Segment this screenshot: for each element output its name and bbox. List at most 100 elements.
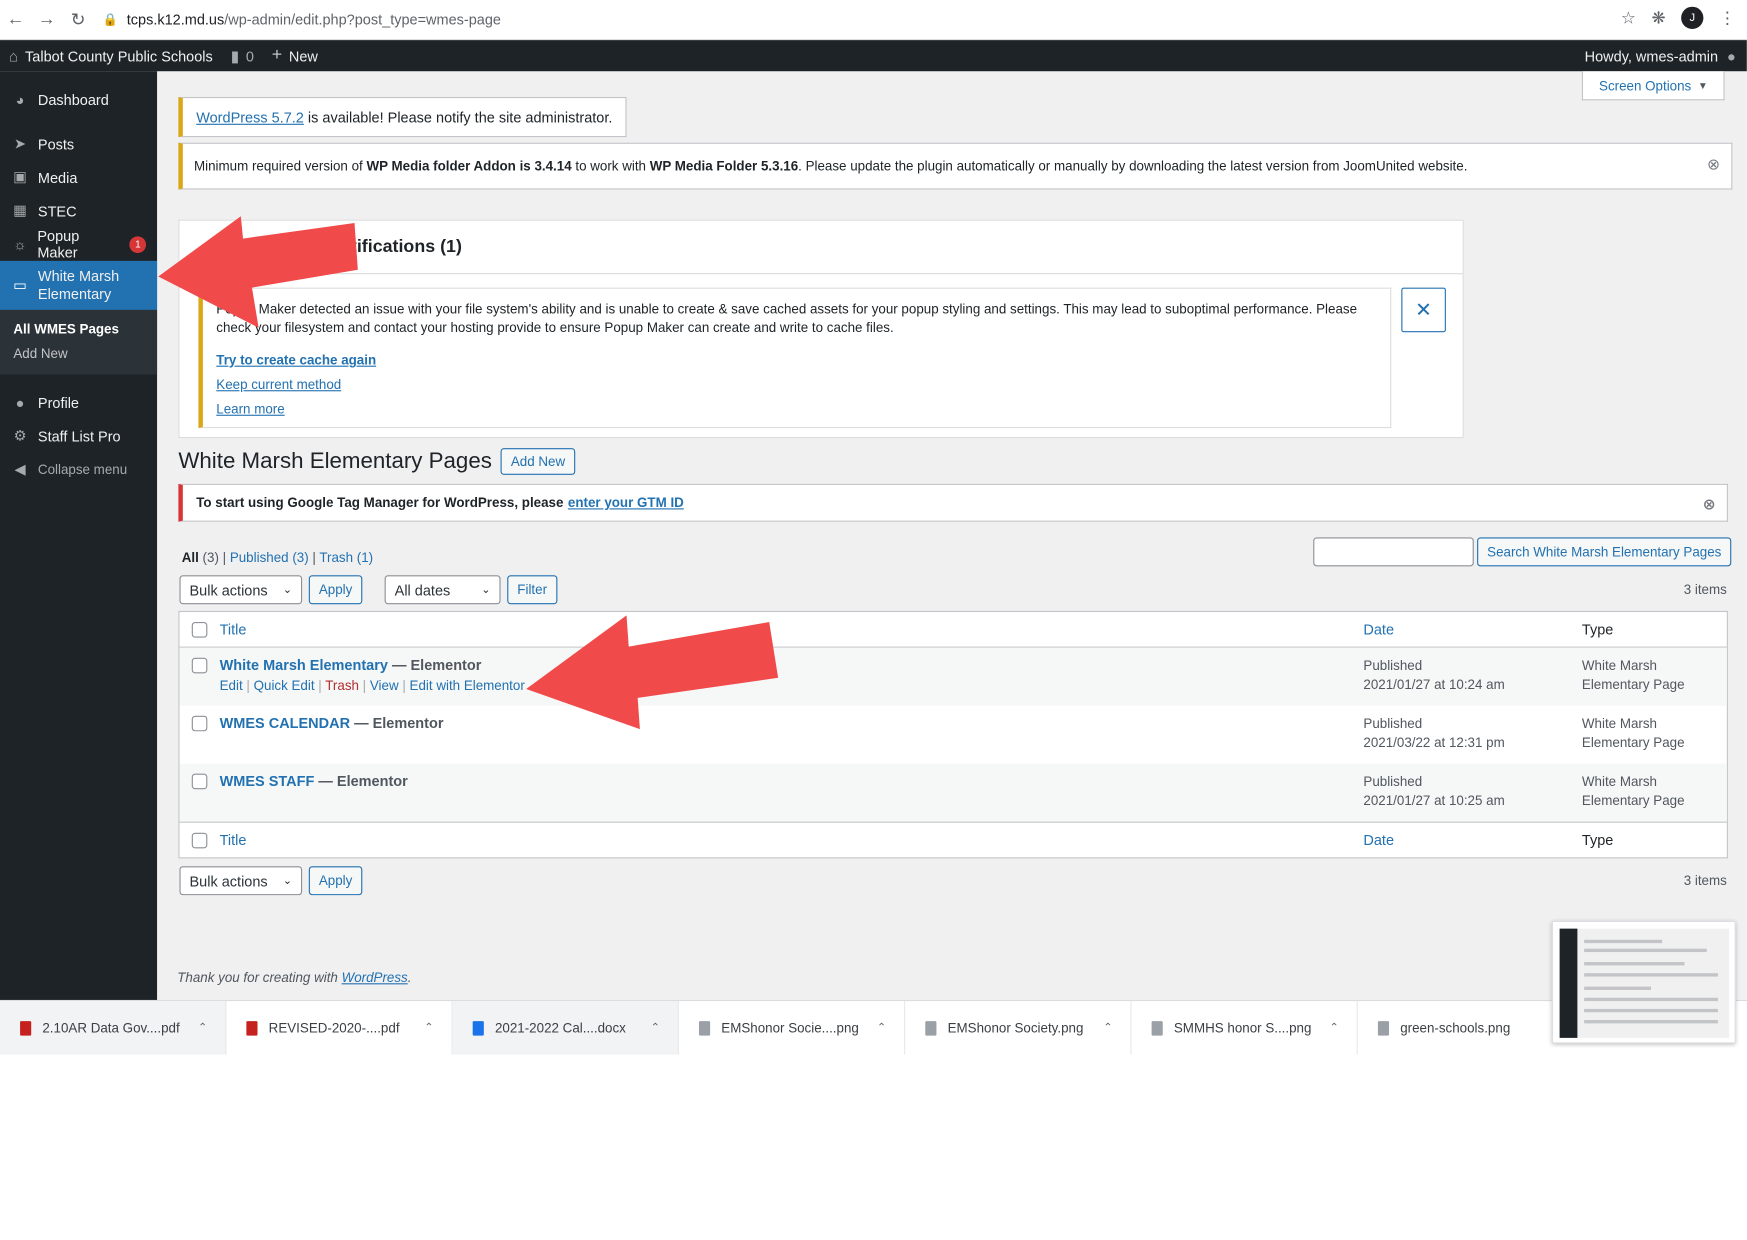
browser-menu-icon[interactable]: ⋮ — [1719, 8, 1736, 28]
download-item[interactable]: SMMHS honor S....png ⌃ — [1132, 1001, 1358, 1055]
edit-with-elementor-link[interactable]: Edit with Elementor — [410, 678, 525, 694]
dismiss-icon[interactable]: ⊗ — [1707, 155, 1720, 174]
screenshot-thumbnail[interactable] — [1551, 920, 1736, 1044]
user-icon: ● — [15, 394, 25, 411]
filter-published[interactable]: Published — [230, 550, 289, 566]
apply-button[interactable]: Apply — [308, 866, 363, 896]
gtm-link[interactable]: enter your GTM ID — [568, 495, 684, 511]
dashboard-icon: ◕ — [15, 90, 25, 108]
dismiss-icon[interactable]: ⊗ — [1703, 495, 1716, 514]
row-type-line1: White Marsh — [1581, 657, 1657, 674]
extensions-icon[interactable]: ❋ — [1651, 8, 1665, 28]
apply-button[interactable]: Apply — [308, 575, 363, 605]
column-date[interactable]: Date — [1363, 832, 1394, 849]
sidebar-item-white-marsh-elementary[interactable]: ▭ White Marsh Elementary — [0, 260, 158, 310]
download-item[interactable]: 2.10AR Data Gov....pdf ⌃ — [0, 1001, 227, 1055]
filter-trash[interactable]: Trash — [319, 550, 353, 566]
trash-link[interactable]: Trash — [325, 678, 359, 694]
sidebar-collapse-menu[interactable]: ◀ Collapse menu — [0, 453, 157, 486]
chevron-down-icon: ⌄ — [282, 874, 293, 887]
row-checkbox[interactable] — [191, 773, 208, 790]
chevron-down-icon: ⌄ — [481, 583, 491, 596]
sidebar-item-profile[interactable]: ● Profile — [0, 386, 157, 419]
filter-button[interactable]: Filter — [507, 575, 558, 605]
sidebar-item-posts[interactable]: ➤ Posts — [0, 127, 157, 160]
post-state: — Elementor — [314, 772, 408, 790]
select-all-checkbox[interactable] — [191, 622, 208, 638]
keep-method-link[interactable]: Keep current method — [216, 376, 1377, 395]
notification-badge: 1 — [129, 235, 147, 253]
column-title[interactable]: Title — [220, 832, 247, 849]
chevron-up-icon[interactable]: ⌃ — [877, 1022, 886, 1034]
media-folder-notice: Minimum required version of WP Media fol… — [178, 142, 1733, 190]
bulk-actions-select[interactable]: Bulk actions ⌄ — [179, 866, 303, 896]
wordpress-link[interactable]: WordPress — [342, 970, 408, 986]
new-content-link[interactable]: + New — [263, 46, 327, 66]
chevron-up-icon[interactable]: ⌃ — [424, 1022, 433, 1034]
sidebar-item-dashboard[interactable]: ◕ Dashboard — [0, 82, 157, 115]
image-file-icon — [925, 1020, 937, 1036]
browser-toolbar: ← → ↻ 🔒 tcps.k12.md.us/wp-admin/edit.php… — [0, 0, 1747, 41]
learn-more-link[interactable]: Learn more — [216, 400, 1377, 419]
row-date: Published 2021/01/27 at 10:24 am — [1363, 657, 1504, 695]
download-name: 2.10AR Data Gov....pdf — [42, 1020, 180, 1036]
try-cache-link[interactable]: Try to create cache again — [216, 351, 1377, 370]
add-new-button[interactable]: Add New — [500, 448, 576, 475]
comments-link[interactable]: ▮ 0 — [222, 46, 263, 65]
update-link[interactable]: WordPress 5.7.2 — [196, 109, 304, 126]
howdy-text: Howdy, wmes-admin — [1584, 47, 1719, 65]
chevron-up-icon[interactable]: ⌃ — [198, 1022, 207, 1034]
download-item[interactable]: green-schools.png — [1358, 1001, 1584, 1055]
sidebar-item-media[interactable]: ▣ Media — [0, 161, 157, 194]
screen-options-button[interactable]: Screen Options ▼ — [1582, 71, 1725, 101]
row-title-link[interactable]: WMES CALENDAR — [220, 715, 350, 732]
search-input[interactable] — [1313, 537, 1474, 567]
gtm-notice: To start using Google Tag Manager for Wo… — [178, 483, 1728, 522]
close-icon[interactable]: ✕ — [1401, 287, 1446, 333]
address-bar[interactable]: 🔒 tcps.k12.md.us/wp-admin/edit.php?post_… — [103, 4, 1641, 35]
back-icon[interactable]: ← — [0, 4, 31, 35]
download-item[interactable]: EMShonor Society.png ⌃ — [905, 1001, 1132, 1055]
sidebar-item-staff-list-pro[interactable]: ⚙ Staff List Pro — [0, 419, 157, 452]
row-title-link[interactable]: White Marsh Elementary — [220, 657, 388, 674]
view-link[interactable]: View — [370, 678, 399, 694]
row-datetime: 2021/03/22 at 12:31 pm — [1363, 734, 1505, 751]
row-status: Published — [1363, 773, 1423, 790]
bulk-actions-select[interactable]: Bulk actions ⌄ — [179, 575, 303, 605]
chevron-up-icon[interactable]: ⌃ — [1103, 1022, 1112, 1034]
page-title: White Marsh Elementary Pages — [178, 448, 492, 474]
account-menu[interactable]: Howdy, wmes-admin ● — [1585, 40, 1736, 71]
row-checkbox[interactable] — [191, 715, 208, 732]
media-post: . Please update the plugin automatically… — [798, 158, 1468, 174]
submenu-add-new[interactable]: Add New — [0, 341, 157, 366]
row-title-link[interactable]: WMES STAFF — [220, 773, 315, 790]
reload-icon[interactable]: ↻ — [62, 4, 93, 35]
chevron-up-icon[interactable]: ⌃ — [1330, 1022, 1339, 1034]
row-type-line2: Elementary Page — [1581, 676, 1685, 693]
lock-icon: 🔒 — [102, 13, 118, 27]
site-name-link[interactable]: ⌂ Talbot County Public Schools — [0, 47, 222, 65]
media-folder: WP Media Folder 5.3.16 — [649, 158, 799, 174]
filter-all[interactable]: All — [182, 550, 199, 566]
bookmark-star-icon[interactable]: ☆ — [1621, 8, 1636, 28]
edit-link[interactable]: Edit — [220, 678, 243, 694]
quick-edit-link[interactable]: Quick Edit — [254, 678, 315, 694]
submenu-all-wmes-pages[interactable]: All WMES Pages — [0, 317, 157, 342]
column-date[interactable]: Date — [1363, 621, 1394, 638]
profile-avatar[interactable]: J — [1681, 6, 1704, 29]
dates-select[interactable]: All dates ⌄ — [384, 575, 501, 605]
download-item[interactable]: REVISED-2020-....pdf ⌃ — [226, 1001, 453, 1055]
select-all-checkbox[interactable] — [191, 832, 208, 849]
update-notice: WordPress 5.7.2 is available! Please not… — [178, 96, 627, 138]
search-button[interactable]: Search White Marsh Elementary Pages — [1477, 537, 1732, 567]
row-type-line2: Elementary Page — [1581, 734, 1685, 751]
download-item[interactable]: 2021-2022 Cal....docx ⌃ — [452, 1001, 679, 1055]
sidebar-item-popup-maker[interactable]: ☼ Popup Maker 1 — [0, 227, 157, 261]
sidebar-item-stec[interactable]: ▦ STEC — [0, 194, 157, 227]
column-title[interactable]: Title — [220, 621, 247, 638]
row-checkbox[interactable] — [191, 657, 208, 674]
items-count: 3 items — [1683, 581, 1727, 598]
chevron-up-icon[interactable]: ⌃ — [651, 1022, 660, 1034]
forward-icon[interactable]: → — [31, 4, 62, 35]
download-item[interactable]: EMShonor Socie....png ⌃ — [679, 1001, 906, 1055]
